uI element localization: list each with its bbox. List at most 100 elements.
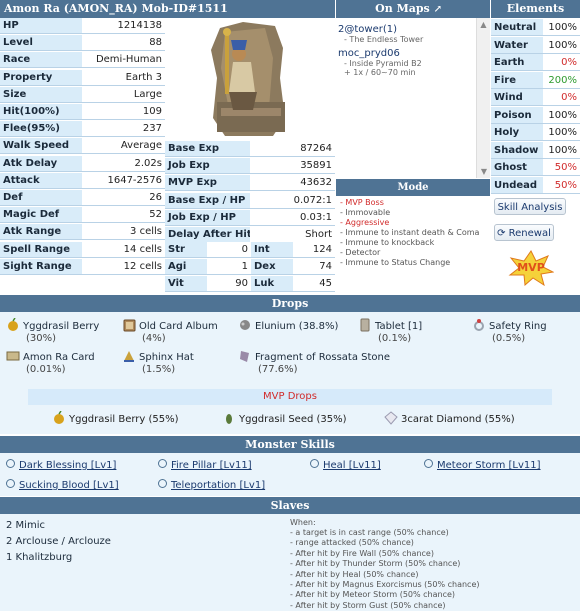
exp-value: 0.03:1 (250, 209, 335, 226)
exp-value: 0.072:1 (250, 192, 335, 209)
stat-value: 26 (82, 190, 165, 206)
when-condition: - After hit by Storm Gust (50% chance) (290, 600, 446, 610)
stat-label: Atk Delay (0, 155, 82, 172)
element-value: 0% (543, 54, 580, 71)
drop-chance: (30%) (26, 333, 57, 344)
monster-page: Amon Ra (AMON_RA) Mob-ID#1511 On Maps ↗ … (0, 0, 580, 611)
on-maps-header[interactable]: On Maps ↗ (336, 0, 490, 18)
stat-value: 52 (82, 207, 165, 224)
skill-analysis-button[interactable]: Skill Analysis (494, 198, 566, 215)
drops-header: Drops (0, 295, 580, 312)
mode-item: - MVP Boss (340, 198, 384, 207)
stat-value: 3 cells (82, 224, 165, 241)
berry-icon (52, 410, 66, 425)
ore-icon (238, 318, 252, 332)
drop-name: Elunium (38.8%) (255, 321, 339, 332)
stat-label: Level (0, 35, 82, 52)
mvp-drop-name: 3carat Diamond (55%) (401, 414, 515, 425)
monster-portrait (165, 18, 335, 141)
skill-bullet-icon (158, 459, 167, 468)
element-value: 100% (543, 37, 580, 54)
on-maps-label: On Maps (375, 2, 430, 15)
when-condition: - After hit by Fire Wall (50% chance) (290, 548, 434, 558)
drop-chance: (0.5%) (492, 333, 526, 344)
drop-name: Old Card Album (139, 321, 218, 332)
drop-name: Safety Ring (489, 321, 547, 332)
scroll-up-icon[interactable]: ▲ (477, 20, 490, 29)
skill-name: Sucking Blood [Lv1] (19, 480, 119, 491)
attr-value: 0 (207, 242, 251, 258)
map-detail: + 1x / 60~70 min (344, 68, 416, 77)
skill-name: Meteor Storm [Lv11] (437, 460, 541, 471)
mvp-drop-item[interactable]: Yggdrasil Seed (35%) (222, 411, 347, 426)
drop-name: Yggdrasil Berry (23, 321, 100, 332)
drop-item[interactable]: Old Card Album (4%) (122, 318, 218, 345)
skill-link[interactable]: Fire Pillar [Lv11] (158, 459, 252, 471)
drop-item[interactable]: Safety Ring (0.5%) (472, 318, 547, 345)
slave-item[interactable]: 2 Arclouse / Arclouze (6, 536, 111, 547)
drop-item[interactable]: Tablet [1] (0.1%) (358, 318, 422, 345)
drop-item[interactable]: Fragment of Rossata Stone (77.6%) (238, 349, 390, 376)
stat-label: Property (0, 69, 82, 86)
drop-chance: (77.6%) (258, 364, 298, 375)
refresh-icon: ⟳ (497, 228, 509, 239)
drop-item[interactable]: Sphinx Hat (1.5%) (122, 349, 194, 376)
skill-link[interactable]: Teleportation [Lv1] (158, 479, 265, 491)
skill-link[interactable]: Heal [Lv11] (310, 459, 381, 471)
when-label: When: (290, 518, 316, 527)
skill-name: Fire Pillar [Lv11] (171, 460, 252, 471)
map-entry: moc_pryd06- Inside Pyramid B2 + 1x / 60~7… (338, 48, 474, 77)
stat-label: Race (0, 52, 82, 69)
drop-item[interactable]: Yggdrasil Berry (30%) (6, 317, 100, 345)
stat-label: Size (0, 86, 82, 103)
renewal-button[interactable]: ⟳ Renewal (494, 224, 554, 241)
external-link-icon[interactable]: ↗ (434, 4, 442, 15)
renewal-label: Renewal (508, 228, 551, 239)
element-name: Undead (491, 176, 543, 194)
diamond-icon (384, 411, 398, 425)
attr-label: Vit (165, 276, 207, 293)
scroll-down-icon[interactable]: ▼ (477, 167, 491, 176)
map-entry: 2@tower(1) - The Endless Tower (338, 24, 474, 44)
element-name: Wind (491, 89, 543, 106)
drop-name: Tablet [1] (375, 321, 423, 332)
drop-name: Amon Ra Card (23, 352, 95, 363)
stat-label: Walk Speed (0, 138, 82, 155)
stat-label: Atk Range (0, 224, 82, 241)
element-name: Poison (491, 106, 543, 124)
drop-item[interactable]: Amon Ra Card (0.01%) (6, 349, 95, 376)
skill-link[interactable]: Sucking Blood [Lv1] (6, 479, 119, 491)
maps-scrollbar[interactable]: ▲ ▼ (476, 18, 490, 178)
mvp-drop-item[interactable]: 3carat Diamond (55%) (384, 411, 515, 426)
map-link[interactable]: 2@tower(1) (338, 24, 474, 35)
exp-value: Short (250, 227, 335, 243)
exp-label: MVP Exp (165, 175, 250, 192)
skill-name: Teleportation [Lv1] (171, 480, 266, 491)
skill-name: Heal [Lv11] (323, 460, 381, 471)
monster-skills-header: Monster Skills (0, 436, 580, 453)
drop-chance: (1.5%) (142, 364, 176, 375)
slave-item[interactable]: 2 Mimic (6, 520, 45, 531)
drop-item[interactable]: Elunium (38.8%) (238, 318, 338, 333)
stat-value: Average (82, 138, 165, 155)
mvp-drop-name: Yggdrasil Seed (35%) (239, 414, 347, 425)
skill-bullet-icon (158, 479, 167, 488)
skill-link[interactable]: Dark Blessing [Lv1] (6, 459, 116, 471)
stat-label: Def (0, 190, 82, 206)
stat-value: Earth 3 (82, 69, 165, 86)
elements-header: Elements (491, 0, 580, 18)
drop-name: Fragment of Rossata Stone (255, 352, 391, 363)
mode-item: - Immune to Status Change (340, 258, 451, 267)
map-link[interactable]: moc_pryd06 (338, 48, 474, 59)
skill-bullet-icon (6, 479, 15, 488)
skill-link[interactable]: Meteor Storm [Lv11] (424, 459, 541, 471)
mvp-drop-item[interactable]: Yggdrasil Berry (55%) (52, 410, 179, 426)
tablet-icon (358, 318, 372, 332)
stat-value: 109 (82, 104, 165, 120)
mode-item: - Aggressive (340, 218, 390, 227)
map-detail: - The Endless Tower (344, 35, 424, 44)
stat-value: 88 (82, 35, 165, 52)
attr-value: 45 (293, 276, 335, 293)
slave-item[interactable]: 1 Khalitzburg (6, 552, 72, 563)
stat-label: Magic Def (0, 207, 82, 224)
